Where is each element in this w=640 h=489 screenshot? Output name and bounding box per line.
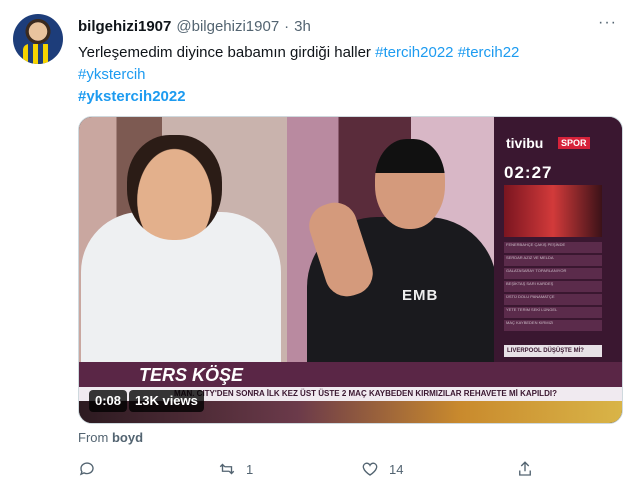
timestamp[interactable]: 3h [294, 18, 311, 35]
list-item: FENERBAHÇE ÇAKIŞ PEŞİNDE [504, 242, 602, 253]
side-highlight: LIVERPOOL DÜŞÜŞTE Mİ? [504, 345, 602, 357]
show-title-bar: TERS KÖŞE [79, 362, 622, 387]
retweet-button[interactable]: 1 [218, 460, 253, 478]
video-time-badge: 0:08 [89, 390, 128, 412]
broadcast-side-panel: tivibu SPOR 02:27 FENERBAHÇE ÇAKIŞ PEŞİN… [494, 117, 622, 362]
side-topic-list: FENERBAHÇE ÇAKIŞ PEŞİNDE SERDAR AZIZ VE … [504, 242, 602, 333]
list-item: GALATASARAY TOPARLANIYOR [504, 268, 602, 279]
ticker-text: MAN. CITY'DEN SONRA İLK KEZ ÜST ÜSTE 2 M… [174, 389, 557, 398]
user-name[interactable]: bilgehizi1907 [78, 18, 171, 35]
separator: · [284, 17, 290, 35]
list-item: BEŞİKTAŞ SARI KARDEŞ [504, 281, 602, 292]
more-options-icon[interactable]: ··· [598, 14, 617, 32]
like-count: 14 [389, 461, 404, 477]
hashtag-link[interactable]: #ykstercih2022 [78, 88, 186, 105]
reply-icon [79, 462, 94, 476]
tweet-header: bilgehizi1907 @bilgehizi1907 · 3h [78, 16, 311, 36]
shirt-text: EMB [402, 287, 439, 304]
video-frame-left [79, 117, 287, 362]
channel-sub-logo: SPOR [558, 137, 590, 149]
hashtag-link[interactable]: #tercih2022 [375, 44, 453, 61]
hashtag-link[interactable]: #tercih22 [458, 44, 520, 61]
avatar[interactable] [13, 14, 63, 64]
retweet-count: 1 [246, 461, 254, 477]
tweet-body: Yerleşemedim diyince babamın girdiği hal… [78, 44, 371, 61]
list-item: MAÇ KAYBEDEN KIRMIZI [504, 320, 602, 331]
video-player[interactable]: EMB tivibu SPOR 02:27 FENERBAHÇE ÇAKIŞ P… [78, 116, 623, 424]
source-attribution: From boyd [78, 430, 143, 445]
share-icon [519, 461, 531, 476]
broadcast-clock: 02:27 [504, 163, 553, 182]
source-link[interactable]: boyd [112, 430, 143, 445]
source-prefix: From [78, 430, 109, 445]
reply-button[interactable] [78, 460, 96, 478]
list-item: SERDAR AZIZ VE MELDA [504, 255, 602, 266]
hashtag-link[interactable]: #ykstercih [78, 66, 146, 83]
user-handle[interactable]: @bilgehizi1907 [176, 18, 279, 35]
show-title: TERS KÖŞE [139, 365, 244, 385]
channel-logo: tivibu [506, 135, 544, 151]
retweet-icon [219, 463, 235, 475]
like-button[interactable]: 14 [361, 460, 403, 478]
tweet-text: Yerleşemedim diyince babamın girdiği hal… [78, 42, 618, 108]
video-frame-center: EMB [287, 117, 497, 362]
share-button[interactable] [516, 460, 534, 478]
side-thumbnail [504, 185, 602, 237]
action-bar: 1 14 [78, 460, 618, 482]
list-item: ÜSTÜ DOLU PANAMATÇE [504, 294, 602, 305]
list-item: YETE TERİM SEKİ LÜNGEL [504, 307, 602, 318]
view-count-badge: 13K views [129, 390, 204, 412]
heart-icon [362, 462, 378, 476]
